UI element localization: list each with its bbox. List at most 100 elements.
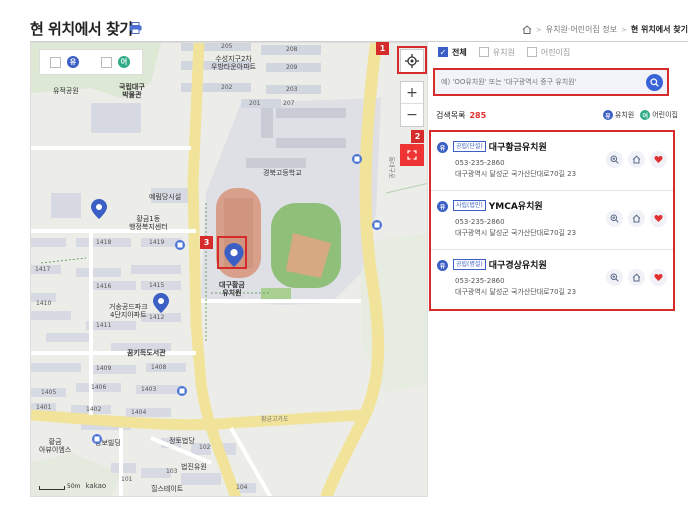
map-label-jeongdo: 정토법당	[169, 437, 195, 445]
callout-2: 2	[411, 130, 424, 143]
kindergarten-badge-icon: 유	[437, 142, 448, 153]
search-button[interactable]	[646, 73, 663, 91]
result-title-row: 공립(단설) 대구황금유치원	[453, 140, 547, 153]
type-filter-row: ✓ 전체 유치원 어린이집	[432, 42, 688, 62]
daycare-type-checkbox[interactable]	[526, 47, 537, 57]
bus-stop-icon	[372, 220, 382, 230]
result-phone: 053-235-2860	[455, 159, 505, 167]
apt-number: 1419	[149, 239, 165, 246]
legend: 유 유치원 어 어린이집	[602, 110, 682, 120]
search-box	[433, 68, 669, 96]
result-title: 검색목록 285	[436, 110, 486, 121]
map-label-apartment: 수성지구2차 우방타운아파트	[211, 55, 257, 71]
map-label-hwanggeum: 황금 아뷰이엠스	[39, 438, 72, 454]
map-label-hills: 힐스테이트	[151, 485, 184, 493]
bus-stop-icon	[92, 434, 102, 444]
map-type-filter: 유 어	[39, 49, 143, 75]
kindergarten-legend-icon: 유	[602, 110, 613, 120]
map-view[interactable]: 유적공원 국립대구 박물관 수성지구2차 우방타운아파트 경북고등학교 예림당시…	[30, 42, 428, 497]
apt-number: 1418	[96, 239, 112, 246]
result-name[interactable]: YMCA유치원	[489, 199, 543, 212]
kindergarten-pin-icon[interactable]	[91, 199, 107, 219]
result-title-row: 사립(법인) YMCA유치원	[453, 199, 543, 212]
result-count: 285	[469, 110, 487, 120]
result-actions	[606, 269, 667, 286]
daycare-badge-icon: 어	[118, 56, 130, 68]
apt-number: 1410	[36, 300, 52, 307]
establishment-tag: 공립(단설)	[453, 141, 486, 152]
callout-3: 3	[200, 236, 213, 249]
bus-stop-icon	[352, 154, 362, 164]
map-label-park: 유적공원	[53, 87, 79, 95]
map-scale: 50m kakao	[39, 482, 106, 490]
callout-1: 1	[376, 42, 389, 55]
apt-number: 1404	[131, 409, 147, 416]
result-item[interactable]: 유 공립(단설) 대구황금유치원 053-235-2860 대구광역시 달성군 …	[431, 132, 673, 191]
apt-number: 202	[221, 84, 233, 91]
map-attribution: kakao	[85, 482, 107, 490]
apt-number: 1409	[96, 365, 112, 372]
home-button[interactable]	[628, 269, 645, 286]
apt-number: 1401	[36, 404, 52, 411]
kindergarten-legend-label: 유치원	[614, 111, 635, 119]
bus-stop-icon	[177, 386, 187, 396]
kindergarten-badge-icon: 유	[67, 56, 79, 68]
breadcrumb-item-info[interactable]: 유치원·어린이집 정보	[546, 24, 617, 35]
zoom-icon	[610, 155, 619, 164]
home-icon[interactable]	[522, 25, 532, 34]
chevron-right-icon: >	[535, 25, 542, 34]
zoom-to-button[interactable]	[606, 210, 623, 227]
map-background	[31, 43, 427, 496]
kindergarten-checkbox[interactable]	[50, 56, 61, 68]
apt-number: 208	[286, 46, 298, 53]
breadcrumb: > 유치원·어린이집 정보 > 현 위치에서 찾기	[522, 24, 688, 35]
favorite-button[interactable]	[650, 269, 667, 286]
heart-icon	[654, 273, 663, 281]
result-phone: 053-235-2860	[455, 277, 505, 285]
kindergarten-type-label: 유치원	[492, 47, 515, 57]
home-icon	[632, 273, 641, 282]
map-label-kindergarten: 대구황금 유치원	[219, 281, 245, 297]
home-button[interactable]	[628, 210, 645, 227]
daycare-legend-icon: 어	[640, 110, 651, 120]
result-item[interactable]: 유 공립(병설) 대구경상유치원 053-235-2860 대구광역시 달성군 …	[431, 250, 673, 309]
zoom-in-button[interactable]: +	[401, 82, 423, 104]
kindergarten-pin-icon[interactable]	[153, 293, 169, 313]
apt-number: 205	[221, 43, 233, 50]
apt-number: 203	[286, 86, 298, 93]
apt-number: 1403	[141, 386, 157, 393]
map-label-welfare-center: 황금1동 행정복지센터	[129, 215, 168, 231]
zoom-control: + −	[400, 81, 424, 127]
all-checkbox[interactable]: ✓	[438, 47, 448, 57]
map-label-bupjin: 법진유원	[181, 463, 207, 471]
result-item[interactable]: 유 사립(법인) YMCA유치원 053-235-2860 대구광역시 달성군 …	[431, 191, 673, 250]
home-icon	[632, 155, 641, 164]
result-header: 검색목록 285 유 유치원 어 어린이집	[432, 108, 688, 122]
result-actions	[606, 151, 667, 168]
scale-line	[39, 486, 65, 490]
home-button[interactable]	[628, 151, 645, 168]
search-panel: ✓ 전체 유치원 어린이집 검색목록285 유 유치원 어 어린이집 유	[429, 42, 688, 311]
scale-text: 50m	[67, 483, 81, 490]
favorite-button[interactable]	[650, 210, 667, 227]
zoom-to-button[interactable]	[606, 151, 623, 168]
apt-number: 101	[121, 476, 133, 483]
daycare-checkbox[interactable]	[101, 56, 112, 68]
callout-box-fullscreen	[395, 143, 425, 165]
search-input[interactable]	[441, 78, 646, 86]
favorite-button[interactable]	[650, 151, 667, 168]
print-icon[interactable]	[129, 22, 142, 34]
zoom-out-button[interactable]: −	[401, 104, 423, 126]
map-label-highschool: 경북고등학교	[263, 169, 302, 177]
result-name[interactable]: 대구황금유치원	[489, 140, 547, 153]
result-name[interactable]: 대구경상유치원	[489, 258, 547, 271]
apt-number: 1402	[86, 406, 102, 413]
result-label: 검색목록	[436, 110, 466, 120]
apt-number: 209	[286, 64, 298, 71]
breadcrumb-item-current: 현 위치에서 찾기	[630, 25, 688, 34]
road-label-hwanggeum: 황금고가도	[261, 416, 289, 423]
establishment-tag: 사립(법인)	[453, 200, 486, 211]
kindergarten-type-checkbox[interactable]	[478, 47, 489, 57]
daycare-legend-label: 어린이집	[652, 111, 678, 119]
zoom-to-button[interactable]	[606, 269, 623, 286]
